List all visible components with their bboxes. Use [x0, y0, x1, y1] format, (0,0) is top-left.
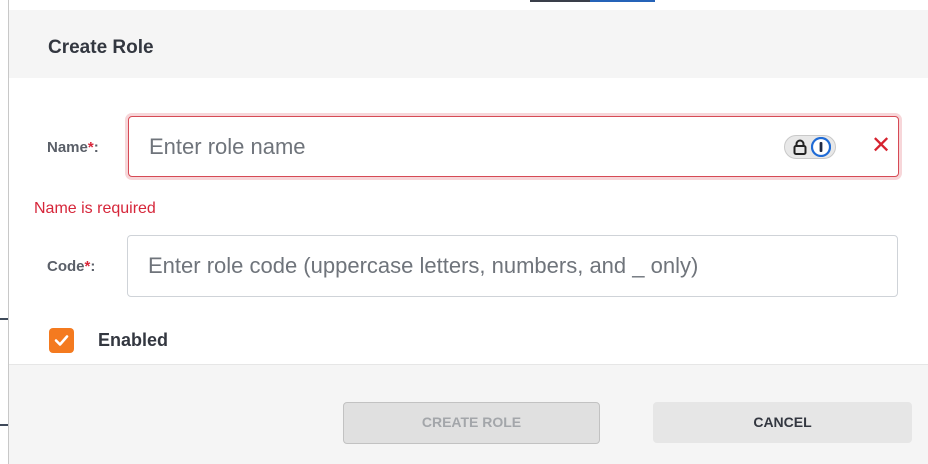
label-colon: : — [93, 139, 99, 156]
enabled-checkbox[interactable] — [49, 328, 74, 353]
background-toolbar-line — [530, 0, 590, 2]
clear-icon[interactable]: ✕ — [869, 131, 893, 161]
password-manager-icon[interactable] — [784, 135, 836, 159]
background-accent-line — [590, 0, 655, 2]
background-tick — [0, 318, 8, 320]
enabled-label[interactable]: Enabled — [98, 330, 168, 351]
code-input-box[interactable] — [127, 235, 898, 297]
lock-icon — [793, 139, 807, 155]
name-input-box[interactable]: ✕ — [128, 116, 899, 177]
dialog-header: Create Role — [9, 10, 928, 78]
create-role-dialog: Create Role Name*: ✕ Name is required Co… — [9, 10, 928, 464]
label-colon: : — [90, 258, 96, 275]
name-input[interactable] — [149, 117, 769, 176]
password-key-icon — [811, 137, 831, 157]
check-icon — [54, 335, 69, 346]
background-left-edge — [0, 0, 9, 464]
background-tick — [0, 424, 8, 426]
create-role-button[interactable]: CREATE ROLE — [343, 402, 600, 444]
name-error-message: Name is required — [34, 200, 156, 217]
name-label-text: Name — [47, 139, 88, 156]
cancel-button[interactable]: CANCEL — [653, 402, 912, 443]
dialog-footer: CREATE ROLE CANCEL — [9, 364, 928, 464]
name-label: Name*: — [47, 139, 99, 156]
dialog-title: Create Role — [48, 37, 154, 58]
code-input[interactable] — [148, 236, 888, 296]
code-label: Code*: — [47, 258, 95, 275]
code-label-text: Code — [47, 258, 85, 275]
